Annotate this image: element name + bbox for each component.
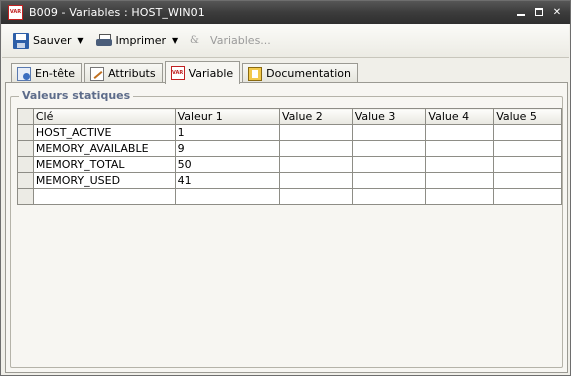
tab-en-tete[interactable]: En-tête bbox=[11, 63, 83, 83]
save-button[interactable]: Sauver bbox=[10, 29, 75, 53]
cell-value-4[interactable] bbox=[425, 188, 495, 205]
print-button[interactable]: Imprimer bbox=[93, 29, 170, 53]
save-dropdown-button[interactable]: ▼ bbox=[75, 29, 87, 53]
cell-value-1[interactable]: 41 bbox=[174, 172, 281, 189]
cell-value-5[interactable] bbox=[493, 156, 562, 173]
var-icon bbox=[8, 5, 23, 20]
cell-value-5[interactable] bbox=[493, 140, 562, 157]
cell-value-1[interactable] bbox=[174, 188, 281, 205]
tab-label: En-tête bbox=[35, 67, 76, 80]
static-values-group: Valeurs statiques Clé Valeur 1 Value 2 V… bbox=[10, 89, 563, 368]
cell-value-2[interactable] bbox=[279, 140, 353, 157]
tab-label: Documentation bbox=[266, 67, 351, 80]
cell-value-5[interactable] bbox=[493, 124, 562, 141]
chevron-down-icon: ▼ bbox=[171, 36, 179, 45]
tab-label: Attributs bbox=[108, 67, 156, 80]
print-label: Imprimer bbox=[115, 34, 167, 47]
column-header-value-1[interactable]: Valeur 1 bbox=[174, 108, 281, 125]
close-button[interactable]: ✕ bbox=[550, 5, 564, 19]
cell-value-3[interactable] bbox=[351, 156, 427, 173]
cell-value-4[interactable] bbox=[425, 156, 495, 173]
header-icon bbox=[17, 66, 31, 81]
cell-value-1[interactable]: 1 bbox=[174, 124, 281, 141]
cell-value-3[interactable] bbox=[351, 140, 427, 157]
cell-value-2[interactable] bbox=[279, 172, 353, 189]
cell-value-2[interactable] bbox=[279, 156, 353, 173]
window-controls: ✕ bbox=[514, 5, 564, 19]
cell-value-2[interactable] bbox=[279, 124, 353, 141]
table-row[interactable]: HOST_ACTIVE 1 bbox=[17, 124, 562, 141]
cell-value-2[interactable] bbox=[279, 188, 353, 205]
chevron-down-icon: ▼ bbox=[77, 36, 84, 45]
variables-window: B009 - Variables : HOST_WIN01 ✕ Sauver ▼… bbox=[0, 0, 571, 376]
book-icon bbox=[248, 66, 263, 81]
cell-value-3[interactable] bbox=[351, 188, 427, 205]
tab-attributs[interactable]: Attributs bbox=[84, 63, 163, 83]
printer-icon bbox=[95, 33, 112, 49]
cell-value-5[interactable] bbox=[493, 188, 562, 205]
table-row[interactable]: MEMORY_TOTAL 50 bbox=[17, 156, 562, 173]
group-title: Valeurs statiques bbox=[19, 89, 134, 102]
table-row[interactable]: MEMORY_AVAILABLE 9 bbox=[17, 140, 562, 157]
column-header-value-4[interactable]: Value 4 bbox=[425, 108, 495, 125]
cell-key[interactable]: MEMORY_USED bbox=[32, 172, 176, 189]
cell-key[interactable]: MEMORY_AVAILABLE bbox=[32, 140, 176, 157]
cell-value-3[interactable] bbox=[351, 124, 427, 141]
title-bar[interactable]: B009 - Variables : HOST_WIN01 ✕ bbox=[1, 1, 570, 24]
column-header-value-3[interactable]: Value 3 bbox=[351, 108, 427, 125]
cell-value-1[interactable]: 50 bbox=[174, 156, 281, 173]
cell-key[interactable]: HOST_ACTIVE bbox=[32, 124, 176, 141]
row-selector[interactable] bbox=[17, 188, 34, 205]
window-title: B009 - Variables : HOST_WIN01 bbox=[29, 6, 205, 19]
cell-value-3[interactable] bbox=[351, 172, 427, 189]
table-row-new[interactable] bbox=[17, 188, 562, 205]
row-selector[interactable] bbox=[17, 140, 34, 157]
column-header-key[interactable]: Clé bbox=[32, 108, 176, 125]
row-selector[interactable] bbox=[17, 172, 34, 189]
cell-value-4[interactable] bbox=[425, 172, 495, 189]
column-header-value-2[interactable]: Value 2 bbox=[279, 108, 353, 125]
grid-header-row: Clé Valeur 1 Value 2 Value 3 Value 4 Val… bbox=[17, 108, 562, 125]
variables-label: Variables... bbox=[210, 34, 271, 47]
cell-key[interactable]: MEMORY_TOTAL bbox=[32, 156, 176, 173]
tab-variable[interactable]: Variable bbox=[164, 61, 241, 84]
maximize-icon bbox=[535, 8, 543, 16]
cell-value-4[interactable] bbox=[425, 124, 495, 141]
close-icon: ✕ bbox=[552, 6, 562, 18]
tab-bar: En-tête Attributs Variable Documentation bbox=[11, 61, 360, 84]
cell-value-5[interactable] bbox=[493, 172, 562, 189]
save-label: Sauver bbox=[33, 34, 72, 47]
maximize-button[interactable] bbox=[532, 5, 546, 19]
print-dropdown-button[interactable]: ▼ bbox=[169, 29, 181, 53]
static-values-grid[interactable]: Clé Valeur 1 Value 2 Value 3 Value 4 Val… bbox=[17, 108, 562, 205]
cell-value-4[interactable] bbox=[425, 140, 495, 157]
row-selector[interactable] bbox=[17, 124, 34, 141]
variables-icon: & bbox=[190, 35, 199, 46]
var-icon bbox=[170, 66, 185, 80]
tab-documentation[interactable]: Documentation bbox=[242, 63, 358, 83]
save-icon bbox=[13, 32, 29, 49]
row-selector[interactable] bbox=[17, 156, 34, 173]
toolbar: Sauver ▼ Imprimer ▼ & Variables... bbox=[2, 24, 569, 58]
cell-value-1[interactable]: 9 bbox=[174, 140, 281, 157]
attributes-icon bbox=[90, 66, 105, 81]
tab-panel: Valeurs statiques Clé Valeur 1 Value 2 V… bbox=[5, 82, 568, 373]
row-selector-header[interactable] bbox=[17, 108, 34, 125]
table-row[interactable]: MEMORY_USED 41 bbox=[17, 172, 562, 189]
tab-label: Variable bbox=[188, 66, 234, 80]
column-header-value-5[interactable]: Value 5 bbox=[493, 108, 562, 125]
minimize-icon bbox=[517, 14, 525, 16]
variables-button[interactable]: & Variables... bbox=[187, 29, 274, 53]
cell-key[interactable] bbox=[32, 188, 176, 205]
minimize-button[interactable] bbox=[514, 5, 528, 19]
